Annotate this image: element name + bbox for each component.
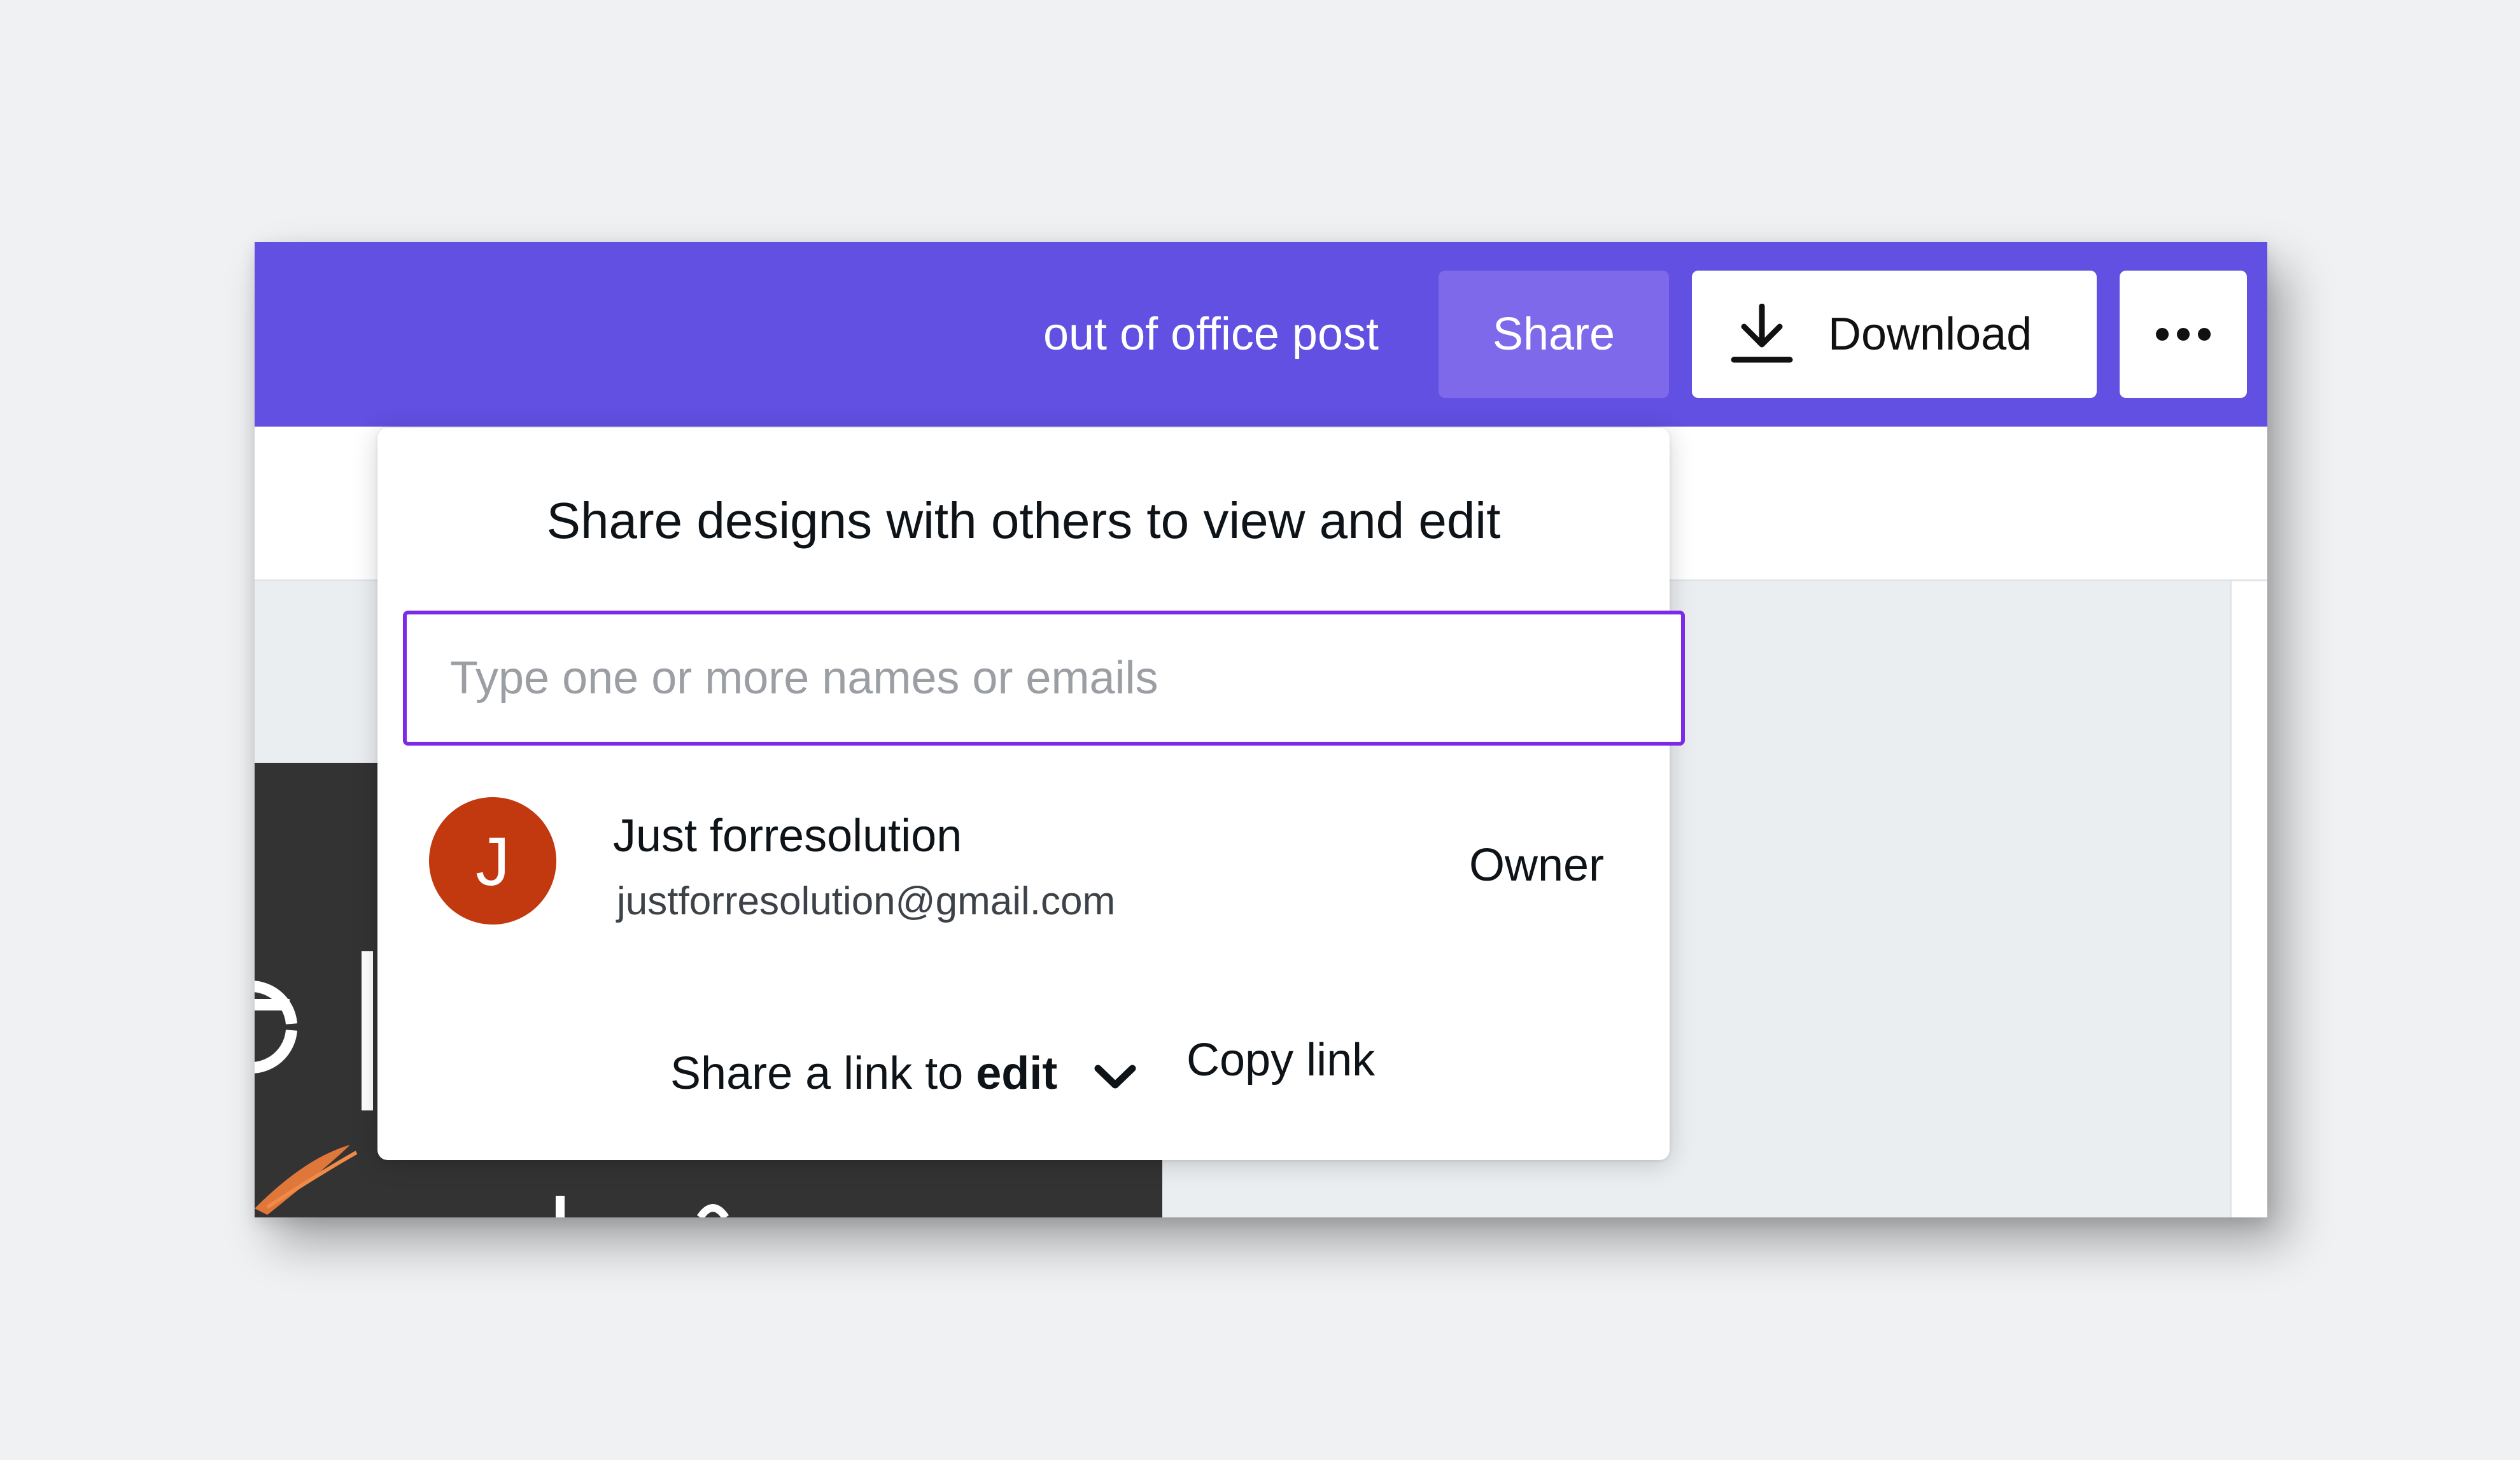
- link-permission-value: edit: [976, 1048, 1058, 1099]
- people-search-input[interactable]: [403, 611, 1685, 746]
- download-icon: [1731, 304, 1793, 363]
- member-row: J Just forresolution justforresolution@g…: [377, 784, 1670, 950]
- avatar: J: [429, 797, 556, 925]
- download-label: Download: [1828, 309, 2032, 360]
- share-dialog-heading: Share designs with others to view and ed…: [546, 492, 1501, 549]
- member-role: Owner: [1468, 840, 1604, 891]
- more-options-button[interactable]: [2120, 271, 2247, 398]
- link-permission-dropdown[interactable]: Share a link to edit: [670, 1042, 1137, 1105]
- share-button[interactable]: Share: [1439, 271, 1669, 398]
- member-name: Just forresolution: [613, 811, 962, 861]
- download-button[interactable]: Download: [1692, 271, 2097, 398]
- more-horizontal-icon: [2156, 328, 2211, 341]
- chevron-down-icon: [1094, 1065, 1136, 1089]
- design-title[interactable]: out of office post: [1043, 242, 1379, 427]
- share-dialog: Share designs with others to view and ed…: [377, 428, 1685, 1160]
- canvas-scrollbar[interactable]: [2230, 581, 2267, 1217]
- copy-link-button[interactable]: Copy link: [1186, 1034, 1375, 1086]
- link-permission-prefix: Share a link to: [670, 1048, 964, 1099]
- editor-header: out of office post Share Download: [255, 242, 2267, 427]
- member-email: justforresolution@gmail.com: [617, 879, 1116, 923]
